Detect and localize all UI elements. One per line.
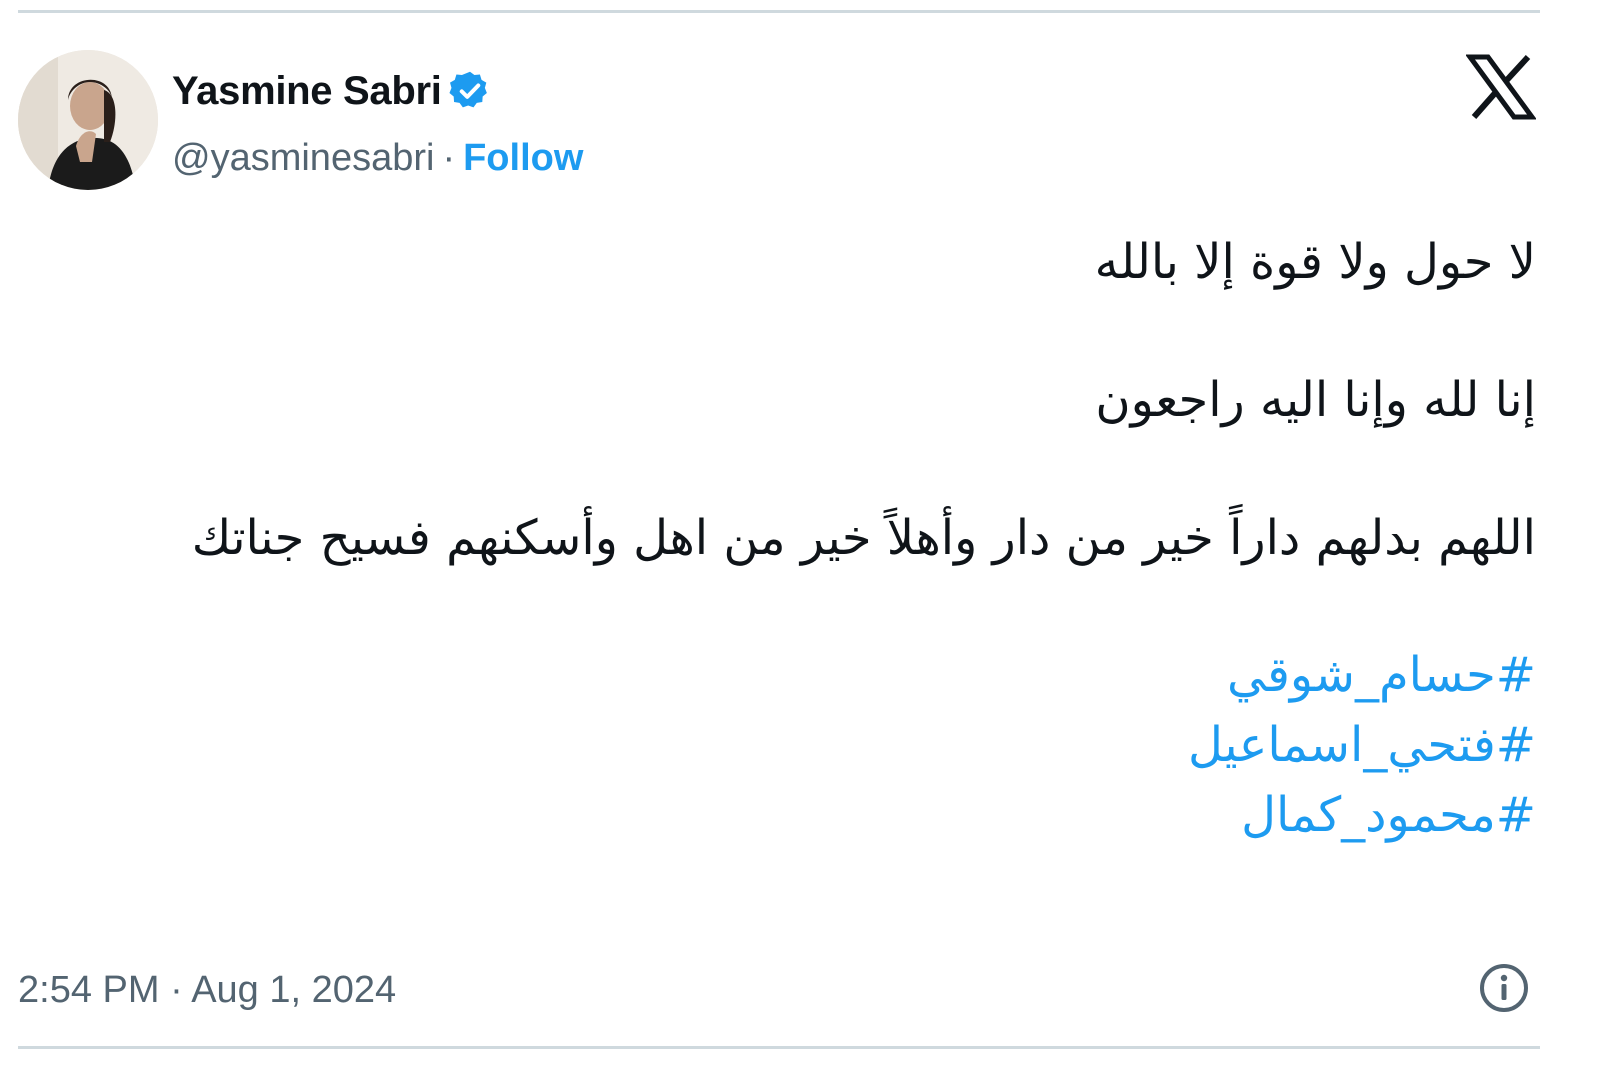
user-name-row: Yasmine Sabri [172, 64, 492, 118]
verified-badge-icon [448, 69, 492, 113]
tweet-line: إنا لله وإنا اليه راجعون [1095, 372, 1536, 428]
avatar-image [18, 50, 158, 190]
hashtag-link[interactable]: #محمود_كمال [86, 780, 1536, 850]
info-icon[interactable] [1476, 960, 1532, 1016]
tweet-line: لا حول ولا قوة إلا بالله [1094, 234, 1536, 290]
top-divider [18, 10, 1540, 13]
hashtag-link[interactable]: #حسام_شوقي [86, 640, 1536, 710]
user-handle[interactable]: @yasminesabri [172, 137, 434, 180]
tweet-timestamp[interactable]: 2:54 PM · Aug 1, 2024 [18, 962, 396, 1018]
avatar[interactable] [18, 50, 158, 190]
bottom-divider [18, 1046, 1540, 1049]
separator-dot: · [442, 136, 456, 179]
handle-row: @yasminesabri · Follow [172, 132, 583, 184]
tweet-line: اللهم بدلهم داراً خير من دار وأهلاً خير … [191, 510, 1536, 566]
tweet-text: لا حول ولا قوة إلا بالله إنا لله وإنا ال… [86, 226, 1536, 850]
display-name[interactable]: Yasmine Sabri [172, 69, 442, 114]
hashtag-link[interactable]: #فتحي_اسماعيل [86, 710, 1536, 780]
x-logo-icon[interactable] [1465, 54, 1537, 120]
follow-button[interactable]: Follow [463, 137, 583, 180]
